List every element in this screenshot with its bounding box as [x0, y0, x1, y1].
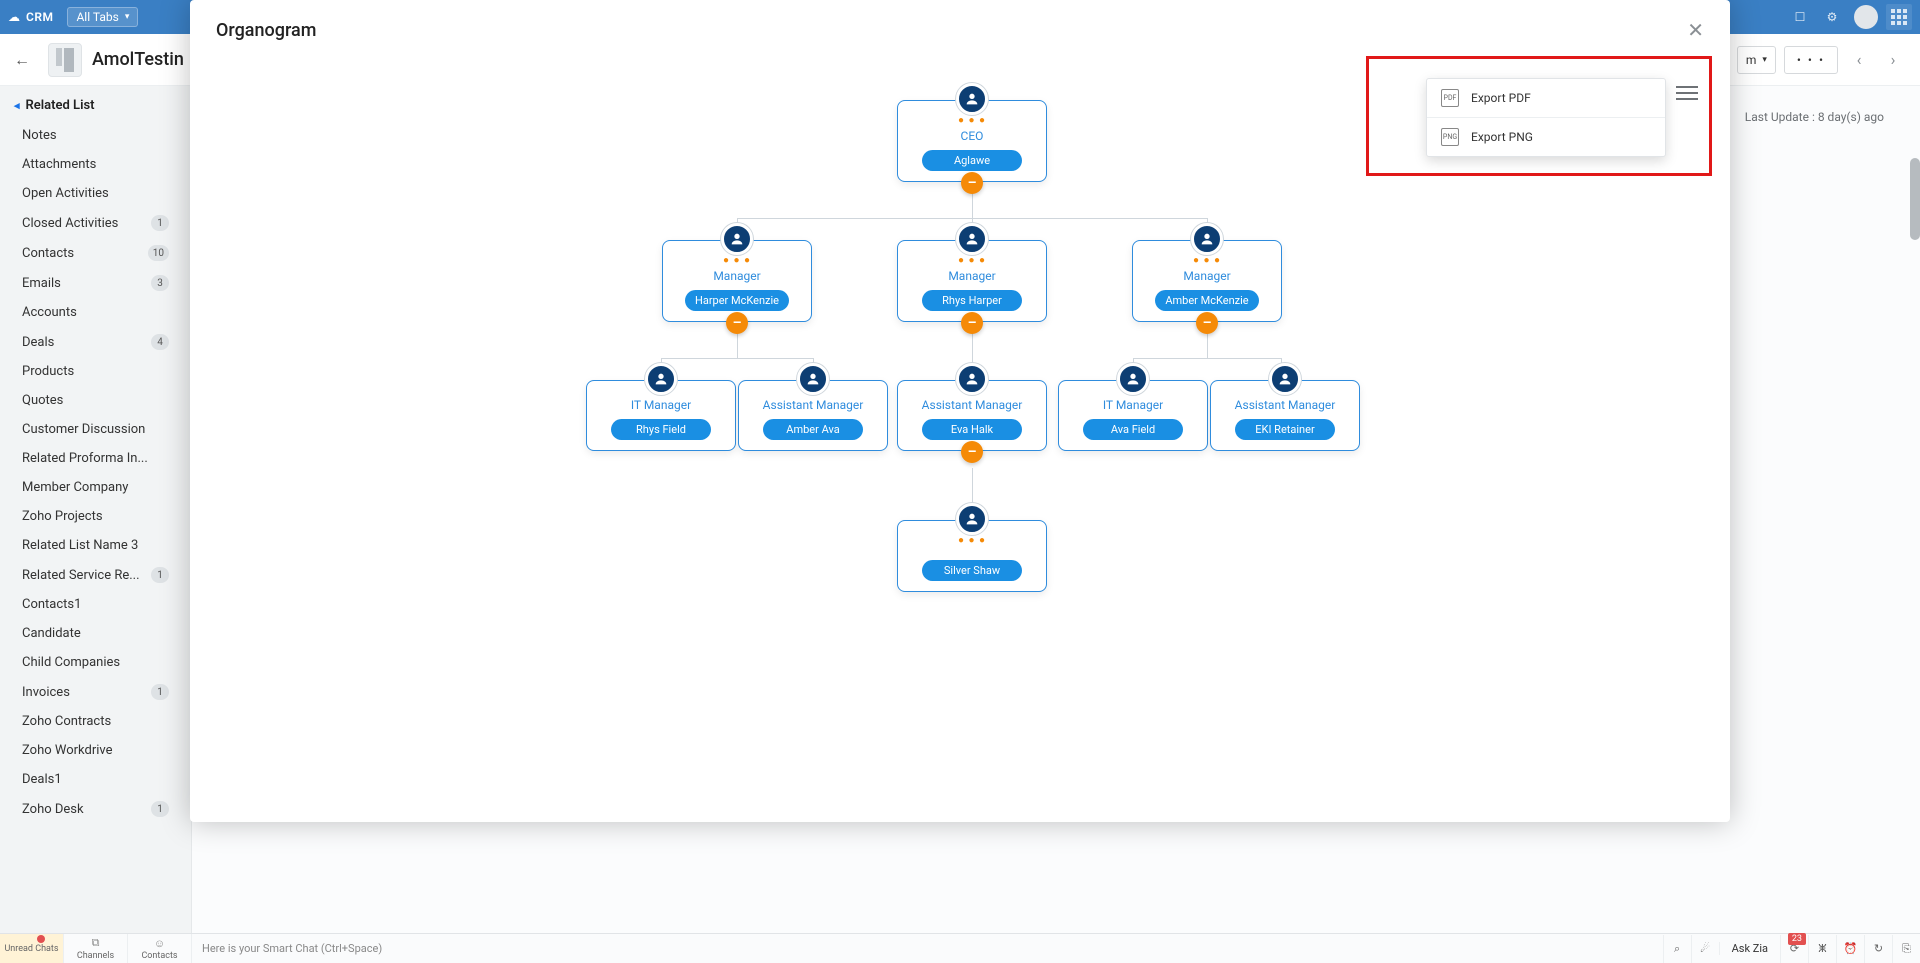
png-icon: PNG: [1441, 128, 1459, 146]
person-icon: [645, 363, 677, 395]
org-node-manager-3[interactable]: ● ● ● Manager Amber McKenzie –: [1132, 240, 1282, 322]
rating-dots-icon: ● ● ●: [1141, 255, 1273, 266]
person-icon: [721, 223, 753, 255]
collapse-toggle[interactable]: –: [961, 441, 983, 463]
collapse-toggle[interactable]: –: [726, 312, 748, 334]
org-node-ceo[interactable]: ● ● ● CEO Aglawe –: [897, 100, 1047, 182]
rating-dots-icon: ● ● ●: [906, 535, 1038, 546]
org-node-bottom[interactable]: ● ● ● Silver Shaw: [897, 520, 1047, 592]
person-icon: [956, 83, 988, 115]
org-node-leaf-3[interactable]: Assistant Manager Eva Halk –: [897, 380, 1047, 451]
org-node-manager-1[interactable]: ● ● ● Manager Harper McKenzie –: [662, 240, 812, 322]
person-icon: [797, 363, 829, 395]
person-icon: [956, 363, 988, 395]
rating-dots-icon: ● ● ●: [906, 255, 1038, 266]
person-icon: [1117, 363, 1149, 395]
person-icon: [1191, 223, 1223, 255]
org-node-leaf-4[interactable]: IT Manager Ava Field: [1058, 380, 1208, 451]
export-png-option[interactable]: PNG Export PNG: [1427, 117, 1665, 156]
org-node-leaf-1[interactable]: IT Manager Rhys Field: [586, 380, 736, 451]
org-node-manager-2[interactable]: ● ● ● Manager Rhys Harper –: [897, 240, 1047, 322]
organogram-modal: Organogram ✕ PDF Export PDF PNG Export P…: [190, 0, 1730, 822]
pdf-icon: PDF: [1441, 89, 1459, 107]
collapse-toggle[interactable]: –: [961, 312, 983, 334]
person-icon: [956, 223, 988, 255]
org-node-leaf-5[interactable]: Assistant Manager EKI Retainer: [1210, 380, 1360, 451]
collapse-toggle[interactable]: –: [1196, 312, 1218, 334]
hamburger-menu-icon[interactable]: [1676, 86, 1698, 100]
collapse-toggle[interactable]: –: [961, 172, 983, 194]
person-icon: [1269, 363, 1301, 395]
org-node-leaf-2[interactable]: Assistant Manager Amber Ava: [738, 380, 888, 451]
rating-dots-icon: ● ● ●: [671, 255, 803, 266]
close-icon[interactable]: ✕: [1687, 18, 1704, 42]
person-icon: [956, 503, 988, 535]
modal-title: Organogram: [216, 20, 316, 41]
export-menu: PDF Export PDF PNG Export PNG: [1426, 78, 1666, 157]
rating-dots-icon: ● ● ●: [906, 115, 1038, 126]
export-pdf-option[interactable]: PDF Export PDF: [1427, 79, 1665, 117]
